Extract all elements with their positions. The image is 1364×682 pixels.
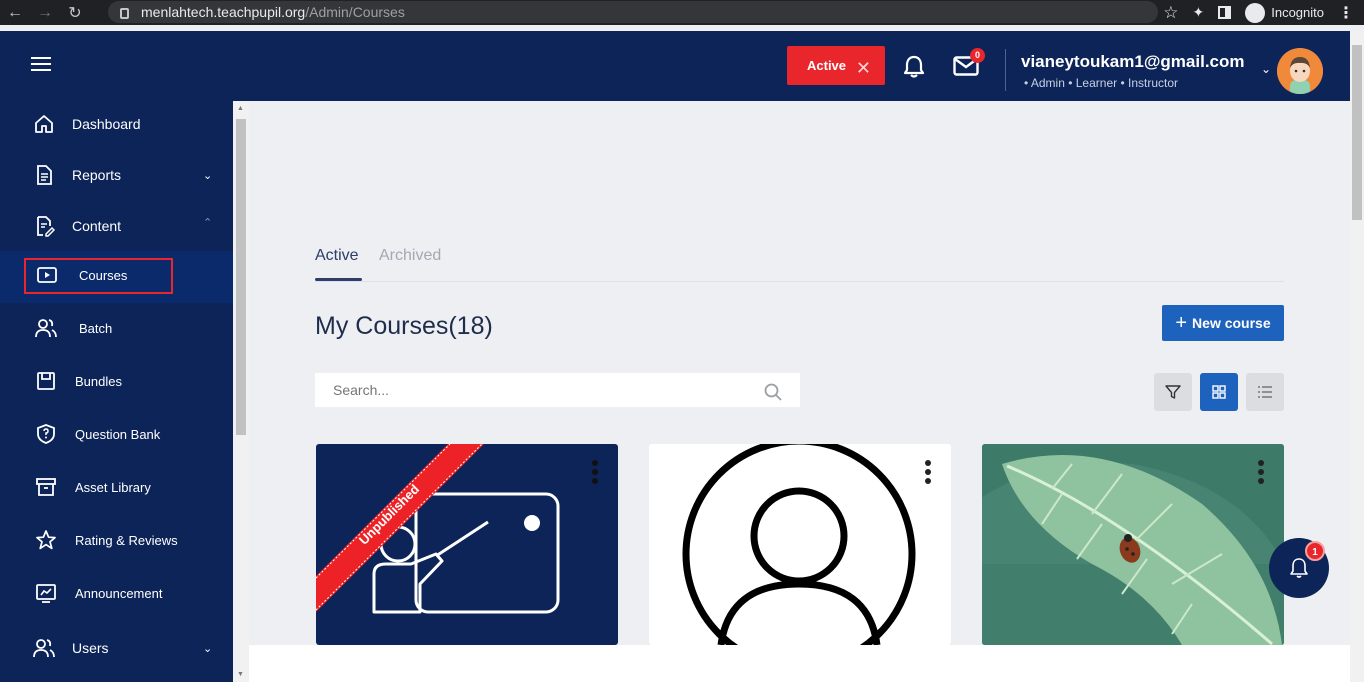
avatar[interactable] [1277, 48, 1323, 94]
scroll-down-arrow-icon[interactable]: ▼ [237, 671, 244, 678]
extensions-icon[interactable]: ✦ [1193, 4, 1205, 21]
list-view-button[interactable] [1246, 373, 1284, 411]
sidebar-item-label: Asset Library [75, 479, 151, 495]
home-icon [35, 115, 53, 133]
url-host: menlahtech.teachpupil.org [141, 4, 306, 20]
user-avatar-icon [682, 444, 916, 645]
page-scrollbar[interactable] [1350, 31, 1364, 682]
reload-icon[interactable]: ↻ [60, 0, 90, 25]
sidebar-item-users[interactable]: Users ⌄ [0, 625, 233, 671]
archive-icon [36, 478, 56, 496]
sidebar-item-label: Announcement [75, 585, 163, 601]
user-email[interactable]: vianeytoukam1@gmail.com [1021, 52, 1245, 72]
incognito-label: Incognito [1271, 5, 1324, 20]
hamburger-menu-icon[interactable] [31, 57, 51, 75]
sidebar-item-reports[interactable]: Reports ⌄ [0, 152, 233, 198]
page-title: My Courses(18) [315, 312, 493, 340]
sidebar-item-label: Dashboard [72, 116, 141, 132]
status-label: Active [807, 58, 847, 73]
report-icon [37, 165, 52, 185]
chevron-down-icon: ⌄ [203, 642, 213, 655]
address-bar[interactable]: menlahtech.teachpupil.org/Admin/Courses [108, 1, 1158, 23]
sidebar-item-courses[interactable]: Courses [0, 252, 233, 298]
sidebar-item-question-bank[interactable]: Question Bank [0, 411, 233, 457]
tab-underline [315, 278, 362, 281]
sidebar-item-rating-reviews[interactable]: Rating & Reviews [0, 517, 233, 563]
sidebar-item-dashboard[interactable]: Dashboard [0, 101, 233, 147]
user-roles: • Admin • Learner • Instructor [1024, 76, 1179, 90]
sidebar-item-label: Courses [79, 267, 128, 283]
sidebar-item-label: Bundles [75, 373, 122, 389]
bookmark-star-icon[interactable]: ☆ [1163, 3, 1178, 23]
sidebar-scrollbar[interactable]: ▲ ▼ [233, 101, 249, 682]
course-card[interactable] [649, 444, 951, 645]
new-course-button[interactable]: + New course [1162, 305, 1284, 341]
card-menu-icon[interactable] [925, 460, 931, 487]
users-icon [33, 639, 55, 658]
sidebar-item-label: Batch [79, 320, 113, 336]
header-divider [1005, 49, 1006, 91]
course-card[interactable]: Unpublished [316, 444, 618, 645]
sidebar-item-label: Rating & Reviews [75, 532, 178, 548]
chevron-up-icon: ⌃ [203, 217, 213, 229]
sidebar-item-label: Content [72, 218, 122, 234]
sidebar-item-batch[interactable]: Batch [0, 305, 233, 351]
card-menu-icon[interactable] [1258, 460, 1264, 487]
sidebar-item-asset-library[interactable]: Asset Library [0, 464, 233, 510]
filter-icon [1165, 385, 1181, 399]
footer-panel [249, 645, 1350, 682]
grid-icon [1212, 385, 1226, 399]
course-tabs: Active Archived [315, 245, 1284, 282]
chevron-down-icon[interactable]: ⌄ [1261, 62, 1271, 76]
leaf-ladybug-photo [982, 444, 1284, 645]
back-icon[interactable]: ← [0, 0, 30, 25]
bell-icon [1290, 558, 1308, 578]
incognito-indicator[interactable]: Incognito [1245, 2, 1324, 23]
grid-view-button[interactable] [1200, 373, 1238, 411]
sidebar: Dashboard Reports ⌄ Content ⌃ Courses Ba… [0, 101, 233, 682]
close-icon[interactable]: ✕ [856, 58, 871, 79]
forward-icon[interactable]: → [30, 0, 60, 25]
shield-question-icon [37, 424, 55, 444]
bell-icon[interactable] [903, 55, 925, 79]
tab-active[interactable]: Active [315, 247, 359, 265]
card-menu-icon[interactable] [592, 460, 598, 487]
status-active-button[interactable]: Active ✕ [787, 46, 885, 85]
browser-menu-icon[interactable]: ⋮ [1338, 3, 1354, 23]
sidebar-item-announcement[interactable]: Announcement [0, 570, 233, 616]
chevron-down-icon: ⌄ [203, 169, 213, 182]
sidebar-item-label: Users [72, 640, 109, 656]
course-card[interactable] [982, 444, 1284, 645]
users-icon [35, 319, 57, 338]
announcement-icon [36, 584, 56, 603]
filter-button[interactable] [1154, 373, 1192, 411]
search-icon[interactable] [764, 383, 782, 401]
notification-count-badge: 1 [1305, 541, 1325, 561]
sidebar-item-label: Reports [72, 167, 122, 183]
search-input[interactable] [315, 373, 800, 407]
sidebar-item-label: Question Bank [75, 426, 161, 442]
video-icon [37, 267, 57, 283]
plus-icon: + [1175, 312, 1188, 334]
incognito-icon [1245, 2, 1266, 23]
side-panel-icon[interactable] [1218, 6, 1232, 19]
new-course-label: New course [1192, 315, 1271, 331]
list-icon [1258, 386, 1272, 398]
star-icon [36, 530, 56, 550]
mail-count-badge: 0 [970, 48, 985, 63]
content-icon [37, 216, 55, 237]
url-path: /Admin/Courses [305, 4, 405, 20]
sidebar-item-content[interactable]: Content ⌃ [0, 203, 233, 249]
bundle-icon [37, 372, 55, 390]
scroll-up-arrow-icon[interactable]: ▲ [237, 105, 244, 112]
sidebar-item-bundles[interactable]: Bundles [0, 358, 233, 404]
browser-toolbar: ← → ↻ menlahtech.teachpupil.org/Admin/Co… [0, 0, 1364, 25]
lock-icon [120, 7, 129, 19]
tab-archived[interactable]: Archived [379, 247, 441, 265]
